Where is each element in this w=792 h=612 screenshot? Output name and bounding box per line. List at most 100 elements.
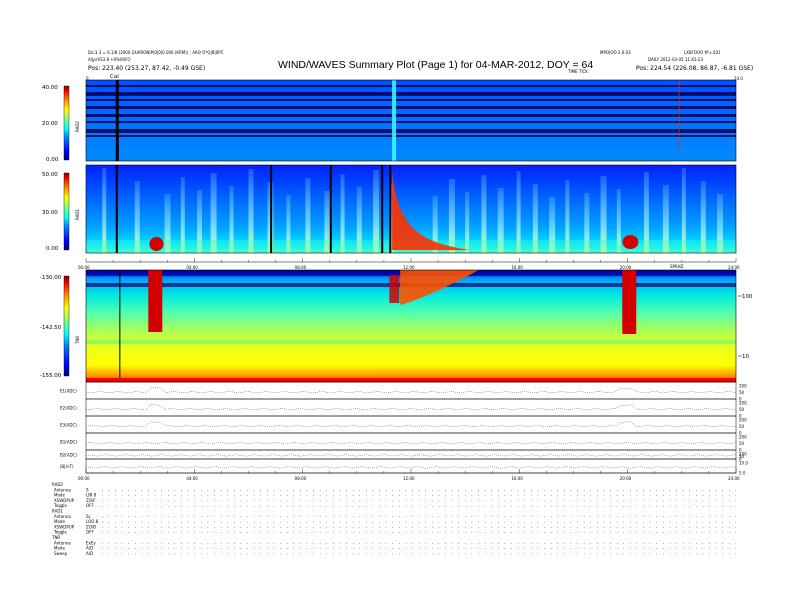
mode-section-title: RAD2 bbox=[52, 482, 63, 487]
time-axis-label: 12:00 bbox=[403, 265, 415, 270]
plot-title: WIND/WAVES Summary Plot (Page 1) for 04-… bbox=[278, 59, 593, 71]
rad2-colorbar-mid: 20.00 bbox=[42, 121, 58, 127]
summary-plot: WIND/WAVES Summary Plot (Page 1) for 04-… bbox=[40, 50, 753, 556]
mode-row-value: LOO 8 bbox=[86, 519, 99, 524]
rad2-lower-region bbox=[86, 137, 736, 161]
tnr-panel bbox=[85, 269, 737, 383]
rad2-band bbox=[86, 114, 736, 117]
cal-label: Cal bbox=[110, 74, 119, 80]
header-right-line3: DAILY 2012-03-05 11:X3:23 bbox=[648, 57, 703, 62]
rad1-data-gap bbox=[329, 165, 332, 253]
rad2-band bbox=[86, 135, 736, 137]
lineplot-trace bbox=[85, 454, 737, 457]
mode-row-value: Sc bbox=[86, 514, 91, 519]
mode-row-label: XSWDPUP bbox=[54, 498, 75, 503]
tnr-burst-early bbox=[148, 270, 163, 332]
mode-row-label: Toggle bbox=[53, 503, 67, 508]
lineplot-frame bbox=[85, 415, 737, 434]
rad2-colorbar-bottom: 0.00 bbox=[46, 157, 59, 163]
rad2-panel bbox=[85, 79, 737, 162]
lineplot-label: E1(ADC) bbox=[60, 389, 77, 394]
mode-row-value: LIN 8 bbox=[86, 493, 97, 498]
time-axis-label: 08:00 bbox=[295, 265, 307, 270]
mode-section-title: TNR bbox=[51, 535, 60, 540]
lineplot-frame bbox=[85, 449, 737, 460]
tnr-burst-late bbox=[622, 270, 637, 334]
lineplot-right-tick: 200 bbox=[739, 435, 747, 440]
rad2-band bbox=[86, 121, 736, 123]
time-axis-label: 16:00 bbox=[511, 476, 523, 481]
mode-row-label: Antenna bbox=[54, 540, 71, 545]
rad1-burst-early bbox=[149, 237, 164, 251]
rad1-data-gap bbox=[270, 165, 273, 253]
mode-row-label: XSWDPUP bbox=[54, 524, 75, 529]
lineplot-frame bbox=[85, 381, 737, 400]
rad2-band bbox=[86, 92, 736, 96]
rad1-panel-label: RAD1 bbox=[75, 209, 80, 220]
header-right-position: Pos: 224.54 (226.08, 86.87, -6.81 GSE) bbox=[636, 65, 753, 72]
time-axis-label: 04:00 bbox=[186, 476, 198, 481]
mode-row-value: ZO/F bbox=[86, 498, 96, 503]
tnr-colorbar: -130.00 -142.50 -155.00 TNR bbox=[40, 275, 80, 379]
tnr-bottom-band bbox=[86, 378, 736, 382]
lineplot-right-tick: 10.0 bbox=[739, 461, 748, 466]
mode-row-label: Antenna bbox=[54, 487, 71, 492]
mode-row-value: S bbox=[86, 487, 89, 492]
lineplot-trace bbox=[85, 421, 737, 428]
lineplot-trace bbox=[85, 404, 737, 411]
mode-section-title: RAD1 bbox=[52, 509, 63, 514]
rad2-panel-label: RAD2 bbox=[75, 121, 80, 132]
mode-row-value: A/D bbox=[86, 551, 93, 556]
lineplot-right-tick: 50 bbox=[739, 390, 745, 395]
mode-row-value: ZO/B bbox=[86, 524, 96, 529]
time-axis-label: 16:00 bbox=[511, 265, 523, 270]
tnr-colorbar-bottom: -155.00 bbox=[40, 373, 62, 379]
rad2-band bbox=[86, 85, 736, 87]
lineplot-trace bbox=[85, 387, 737, 394]
rad1-data-gap bbox=[389, 165, 392, 253]
mode-row-value: ExEy bbox=[86, 540, 96, 545]
time-axis-label: 24:00 bbox=[728, 476, 740, 481]
mode-row-value: OFF bbox=[86, 530, 94, 535]
time-axis-label: 00:00 bbox=[78, 476, 90, 481]
header-left-position: Pos: 223.40 (253.27, 87.42, -0.49 GSE) bbox=[88, 65, 205, 72]
tnr-burst-noon bbox=[389, 275, 400, 303]
modes-section: RAD2Antenna SMode LIN 8XSWDPUP ZO/FToggle OF… bbox=[51, 482, 736, 556]
lineplot-right-tick: 5.0 bbox=[739, 471, 746, 476]
rad2-cal-gap bbox=[115, 80, 119, 161]
mode-row-label: Toggle bbox=[53, 530, 67, 535]
lineplot-trace bbox=[85, 466, 737, 469]
rad2-colorbar-top: 40.00 bbox=[42, 85, 58, 91]
tnr-right-title: SPKHZ bbox=[670, 264, 684, 269]
rad1-colorbar-top: 50.00 bbox=[42, 172, 58, 178]
lineplot-label: E2(ADC) bbox=[60, 406, 77, 411]
mode-row-value: A/D bbox=[86, 546, 93, 551]
rad1-colorbar-mid: 30.00 bbox=[42, 210, 58, 216]
header-right-line2: LX8FOOO M’x.501 bbox=[684, 50, 721, 55]
mode-row-label: Mode bbox=[54, 493, 65, 498]
header-left-line2: Al|prVS3.8 +0%00FO bbox=[88, 57, 131, 62]
lineplot-label: |B|(nT) bbox=[60, 464, 74, 469]
mode-row-value: OFF bbox=[86, 503, 94, 508]
rad2-burst-streak bbox=[392, 80, 397, 161]
lineplot-right-tick: 200 bbox=[739, 401, 747, 406]
lineplot-right-tick: 50 bbox=[739, 424, 745, 429]
mode-row-label: Mode bbox=[54, 546, 65, 551]
time-axis-label: 20:00 bbox=[620, 476, 632, 481]
lineplot-right-tick: 200 bbox=[739, 418, 747, 423]
time-tick-label: TIME TICK bbox=[567, 69, 588, 74]
time-axis-label: 20:00 bbox=[620, 265, 632, 270]
time-axis-label: 00:00 bbox=[78, 265, 90, 270]
lineplot-label: B2(ADC) bbox=[60, 453, 77, 458]
header-right-line1: MPO|OO 2.0.03 bbox=[600, 50, 631, 55]
lineplot-frame bbox=[85, 432, 737, 451]
lineplot-label: B1(ADC) bbox=[60, 440, 77, 445]
rad1-colorbar: 50.00 30.00 0.00 RAD1 bbox=[42, 172, 80, 252]
rad1-data-gap bbox=[115, 165, 118, 253]
rad1-colorbar-bottom: 0.00 bbox=[46, 246, 59, 252]
rad1-burst-late bbox=[622, 235, 639, 249]
rad2-band bbox=[86, 129, 736, 133]
time-axis-lower: 00:00 04:00 08:00 12:00 16:00 20:00 24:00 bbox=[78, 469, 740, 481]
lineplot-right-tick: 50 bbox=[739, 407, 745, 412]
rad2-band bbox=[86, 99, 736, 101]
